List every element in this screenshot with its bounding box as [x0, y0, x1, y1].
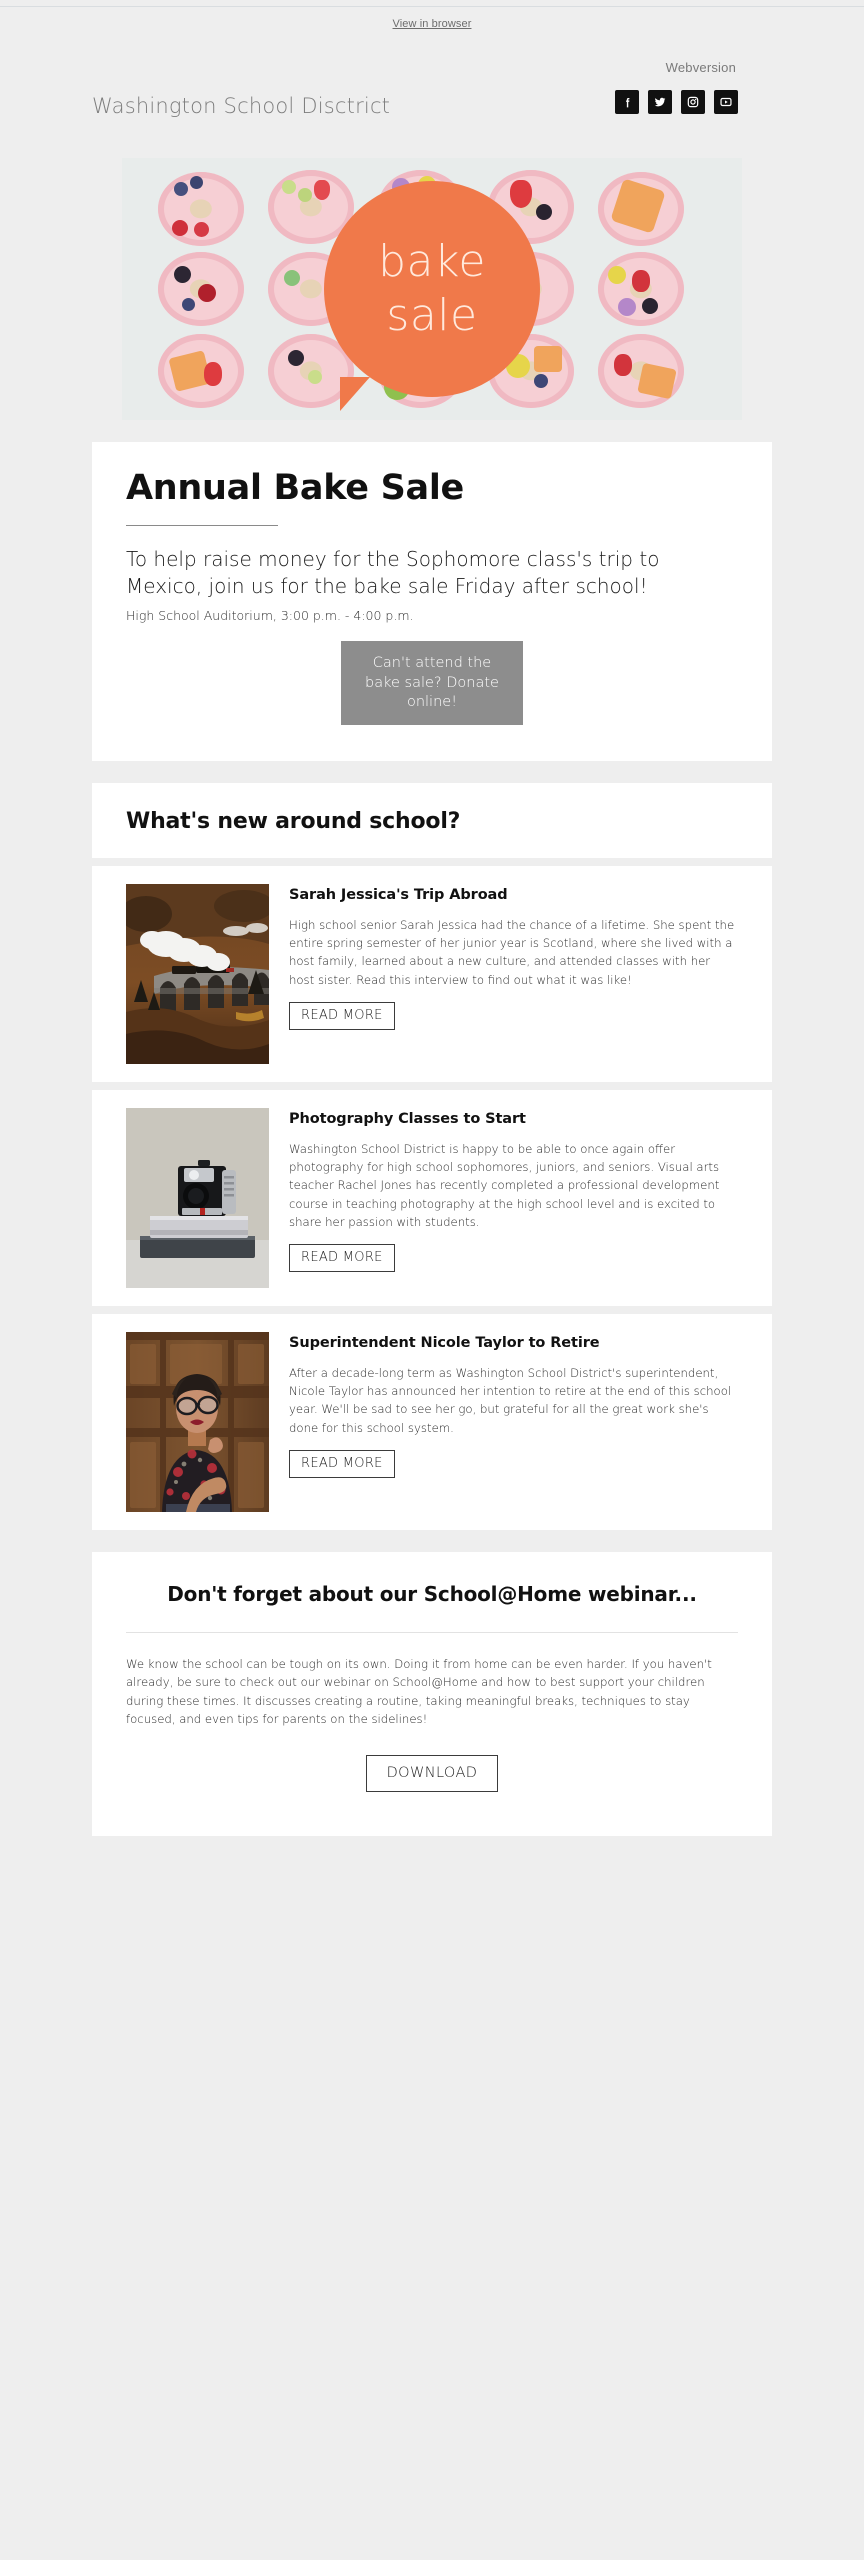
- view-in-browser-link[interactable]: View in browser: [393, 18, 472, 30]
- read-more-button[interactable]: READ MORE: [289, 1450, 395, 1479]
- facebook-icon[interactable]: [615, 90, 639, 114]
- hero-image: bake sale: [122, 158, 742, 420]
- article-card: Photography Classes to Start Washington …: [92, 1089, 772, 1306]
- read-more-button[interactable]: READ MORE: [289, 1002, 395, 1031]
- article-image-train[interactable]: [126, 883, 269, 1064]
- spacer: [92, 1081, 772, 1090]
- news-heading: What's new around school?: [126, 808, 461, 834]
- email-header: Webversion Washington School Disctrict: [92, 36, 772, 158]
- news-heading-section: What's new around school?: [92, 782, 772, 858]
- bake-sale-section: Annual Bake Sale To help raise money for…: [92, 442, 772, 761]
- article-card: Sarah Jessica's Trip Abroad High school …: [92, 865, 772, 1082]
- download-button[interactable]: DOWNLOAD: [365, 1754, 499, 1792]
- bake-sale-bubble: bake sale: [324, 181, 540, 411]
- list-item: Photography Classes to Start Washington …: [92, 1089, 772, 1306]
- webinar-heading: Don't forget about our School@Home webin…: [167, 1581, 697, 1606]
- webinar-section: Don't forget about our School@Home webin…: [92, 1551, 772, 1836]
- instagram-icon[interactable]: [681, 90, 705, 114]
- article-card: Superintendent Nicole Taylor to Retire A…: [92, 1313, 772, 1530]
- list-item: Superintendent Nicole Taylor to Retire A…: [92, 1313, 772, 1530]
- title-divider: [126, 525, 278, 527]
- list-item: Sarah Jessica's Trip Abroad High school …: [92, 865, 772, 1082]
- webversion-link[interactable]: Webversion: [666, 60, 736, 75]
- article-body: High school senior Sarah Jessica had the…: [289, 917, 735, 987]
- article-image-superintendent[interactable]: [126, 1331, 269, 1512]
- twitter-icon[interactable]: [648, 90, 672, 114]
- bubble-line-1: bake: [378, 236, 486, 288]
- spacer: [92, 857, 772, 866]
- brand-title: Washington School Disctrict: [92, 94, 391, 118]
- article-image-camera[interactable]: [126, 1107, 269, 1288]
- youtube-icon[interactable]: [714, 90, 738, 114]
- hero-section: bake sale: [92, 158, 772, 420]
- article-title: Sarah Jessica's Trip Abroad: [289, 886, 508, 903]
- article-title: Photography Classes to Start: [289, 1110, 526, 1127]
- bubble-line-2: sale: [386, 290, 478, 341]
- bake-sale-details: High School Auditorium, 3:00 p.m. - 4:00…: [126, 608, 414, 624]
- donate-button[interactable]: Can't attend the bake sale? Donate onlin…: [341, 641, 523, 725]
- webinar-body: We know the school can be tough on its o…: [126, 1656, 712, 1727]
- read-more-button[interactable]: READ MORE: [289, 1244, 395, 1273]
- bake-sale-lede: To help raise money for the Sophomore cl…: [126, 547, 660, 598]
- webinar-divider: [126, 1631, 738, 1633]
- window-top-divider: [0, 0, 864, 7]
- article-title: Superintendent Nicole Taylor to Retire: [289, 1334, 600, 1351]
- page-title: Annual Bake Sale: [126, 468, 464, 508]
- preheader: View in browser: [0, 7, 864, 36]
- social-links: [615, 90, 738, 114]
- email-body: Webversion Washington School Disctrict b…: [92, 36, 772, 1836]
- spacer: [92, 1305, 772, 1314]
- article-body: Washington School District is happy to b…: [289, 1141, 720, 1230]
- article-body: After a decade-long term as Washington S…: [289, 1365, 732, 1435]
